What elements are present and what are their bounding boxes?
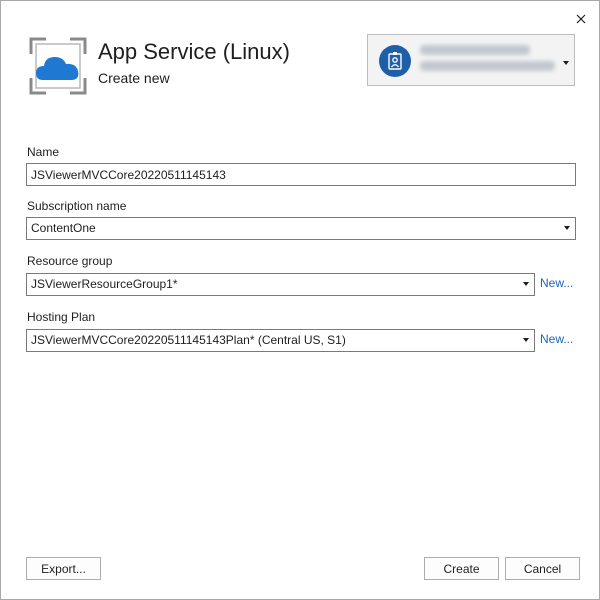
name-label: Name	[27, 145, 60, 159]
close-icon	[576, 14, 586, 24]
chevron-down-icon	[523, 338, 529, 342]
new-hosting-plan-link[interactable]: New...	[540, 332, 573, 346]
hosting-plan-select[interactable]: JSViewerMVCCore20220511145143Plan* (Cent…	[26, 329, 535, 352]
close-button[interactable]	[571, 9, 591, 29]
avatar	[379, 45, 411, 77]
name-field[interactable]	[26, 163, 576, 186]
hosting-plan-label: Hosting Plan	[27, 310, 96, 324]
new-resource-group-link[interactable]: New...	[540, 276, 573, 290]
export-button[interactable]: Export...	[26, 557, 101, 580]
subscription-label: Subscription name	[27, 199, 127, 213]
resource-group-label: Resource group	[27, 254, 113, 268]
resource-group-value: JSViewerResourceGroup1*	[31, 277, 178, 291]
subscription-select[interactable]: ContentOne	[26, 217, 576, 240]
app-service-icon	[29, 37, 87, 95]
page-subtitle: Create new	[98, 70, 170, 86]
resource-group-select[interactable]: JSViewerResourceGroup1*	[26, 273, 535, 296]
chevron-down-icon	[523, 282, 529, 286]
cancel-button[interactable]: Cancel	[505, 557, 580, 580]
account-picker[interactable]	[367, 34, 575, 86]
create-button[interactable]: Create	[424, 557, 499, 580]
subscription-value: ContentOne	[31, 221, 96, 235]
chevron-down-icon	[564, 226, 570, 230]
create-app-service-dialog: App Service (Linux) Create new Name Subs…	[0, 0, 600, 600]
account-details-redacted	[420, 45, 555, 77]
contact-card-icon	[388, 52, 402, 70]
page-title: App Service (Linux)	[98, 39, 290, 64]
hosting-plan-value: JSViewerMVCCore20220511145143Plan* (Cent…	[31, 333, 346, 347]
chevron-down-icon	[562, 54, 570, 65]
